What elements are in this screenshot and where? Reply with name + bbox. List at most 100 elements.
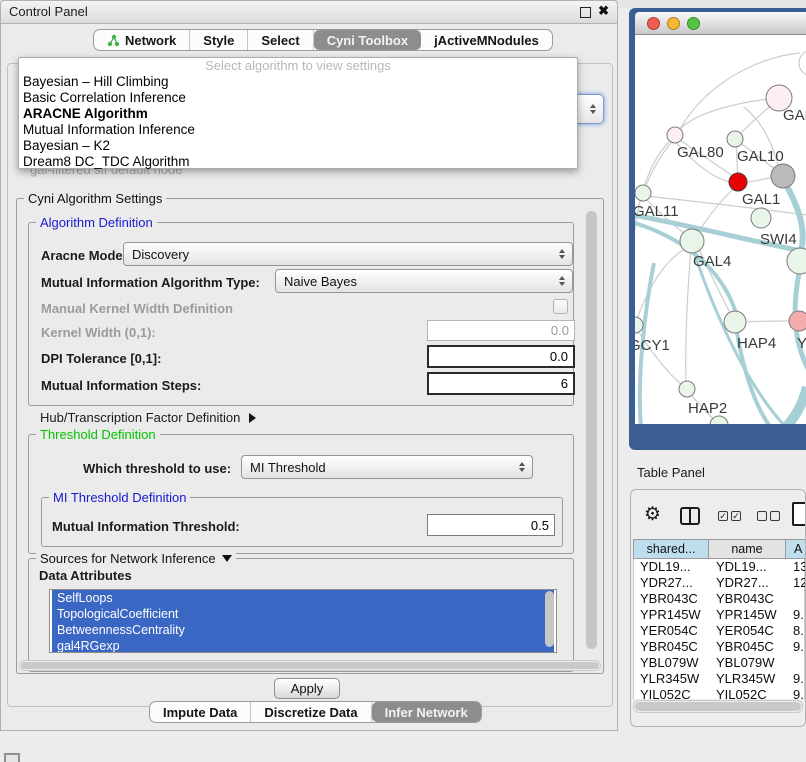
attribute-item-selfloops[interactable]: SelfLoops — [52, 590, 554, 606]
combo-arrows-icon — [519, 462, 525, 472]
algorithm-option-bayesian-k2[interactable]: Bayesian – K2 — [19, 138, 577, 154]
mi-steps-field[interactable]: 6 — [427, 372, 575, 395]
network-edge[interactable] — [679, 98, 779, 130]
network-node[interactable] — [771, 164, 795, 188]
table-cell: 9. — [787, 671, 805, 687]
network-node-gal10[interactable] — [727, 131, 743, 147]
network-node[interactable] — [799, 50, 806, 76]
tab-impute-data[interactable]: Impute Data — [150, 702, 251, 722]
table-row[interactable]: YLR345WYLR345W9. — [634, 671, 804, 687]
network-node-hap4[interactable] — [724, 311, 746, 333]
network-node-gal80[interactable] — [667, 127, 683, 143]
sources-title[interactable]: Sources for Network Inference — [36, 551, 236, 566]
checked-box-icon: ✓ — [731, 511, 741, 521]
network-node[interactable] — [787, 248, 806, 274]
network-window-titlebar[interactable] — [635, 12, 806, 35]
network-node-gal4[interactable] — [680, 229, 704, 253]
table-row[interactable]: YPR145WYPR145W9. — [634, 607, 804, 623]
algorithm-option-basic-correlation-inference[interactable]: Basic Correlation Inference — [19, 90, 577, 106]
close-icon[interactable]: ✖ — [598, 3, 609, 19]
table-cell: YDL19... — [710, 559, 787, 575]
column-header-name[interactable]: name — [709, 539, 786, 559]
column-header-a[interactable]: A — [786, 539, 805, 559]
traffic-light-minimize-icon[interactable] — [667, 17, 680, 30]
manual-kernel-width-checkbox[interactable] — [553, 299, 568, 314]
settings-vertical-scrollbar[interactable] — [586, 211, 597, 649]
attribute-item-topologicalcoefficient[interactable]: TopologicalCoefficient — [52, 606, 554, 622]
network-edge[interactable] — [743, 177, 774, 183]
tab-label: Cyni Toolbox — [327, 33, 408, 48]
mi-algorithm-type-label: Mutual Information Algorithm Type: — [41, 275, 260, 290]
gear-icon[interactable]: ⚙ — [644, 505, 661, 524]
table-header-row: shared...nameA — [633, 539, 805, 559]
network-node-swi4[interactable] — [751, 208, 771, 228]
network-edge[interactable] — [699, 187, 735, 231]
tab-discretize-data[interactable]: Discretize Data — [251, 702, 371, 722]
algorithm-option-aracne-algorithm[interactable]: ARACNE Algorithm — [19, 106, 577, 122]
table-horizontal-scrollbar[interactable] — [633, 700, 803, 713]
table-cell: YDR27... — [710, 575, 787, 591]
float-window-icon[interactable] — [580, 7, 591, 18]
deselect-all-icon[interactable] — [757, 511, 780, 521]
collapsed-arrow-icon — [249, 413, 256, 423]
network-node-gal11[interactable] — [635, 185, 651, 201]
data-attributes-list[interactable]: SelfLoopsTopologicalCoefficientBetweenne… — [49, 589, 557, 653]
network-node-hap2[interactable] — [679, 381, 695, 397]
tab-select[interactable]: Select — [248, 30, 313, 50]
traffic-light-close-icon[interactable] — [647, 17, 660, 30]
tab-style[interactable]: Style — [190, 30, 248, 50]
tab-infer-network[interactable]: Infer Network — [372, 702, 481, 722]
tab-network[interactable]: Network — [94, 30, 190, 50]
network-edge[interactable] — [686, 248, 691, 382]
algorithm-option-mutual-information-inference[interactable]: Mutual Information Inference — [19, 122, 577, 138]
sources-title-text: Sources for Network Inference — [40, 551, 216, 566]
aracne-mode-combo[interactable]: Discovery — [123, 242, 573, 266]
network-edge[interactable] — [744, 321, 791, 322]
kernel-width-field[interactable]: 0.0 — [427, 320, 575, 341]
select-all-icon[interactable]: ✓ ✓ — [718, 511, 741, 521]
document-icon[interactable] — [792, 502, 806, 526]
table-row[interactable]: YDL19...YDL19...13 — [634, 559, 804, 575]
attributes-list-scrollbar[interactable] — [545, 591, 554, 647]
network-canvas[interactable]: GALGAL80GAL10GAL1GAL11SWI4GAL4GCY1HAP4YH… — [635, 35, 806, 424]
mi-algorithm-type-combo[interactable]: Naive Bayes — [275, 269, 573, 293]
cyni-algorithm-settings-title: Cyni Algorithm Settings — [24, 191, 166, 206]
table-row[interactable]: YBR043CYBR043C — [634, 591, 804, 607]
settings-horizontal-scrollbar[interactable] — [19, 660, 601, 671]
kernel-width-label: Kernel Width (0,1): — [41, 325, 156, 340]
network-node-y[interactable] — [789, 311, 806, 331]
node-label-hap4: HAP4 — [737, 335, 776, 352]
attribute-item-gal4rgexp[interactable]: gal4RGexp — [52, 638, 554, 653]
table-cell: 8. — [787, 623, 805, 639]
network-edge[interactable] — [637, 250, 683, 319]
table-row[interactable]: YBR045CYBR045C9. — [634, 639, 804, 655]
data-attributes-label: Data Attributes — [39, 568, 132, 583]
which-threshold-combo[interactable]: MI Threshold — [241, 455, 533, 479]
table-row[interactable]: YIL052CYIL052C9. — [634, 687, 804, 699]
attribute-item-betweennesscentrality[interactable]: BetweennessCentrality — [52, 622, 554, 638]
table-cell: YER054C — [710, 623, 787, 639]
combo-arrows-icon — [559, 276, 565, 286]
tab-cyni-toolbox[interactable]: Cyni Toolbox — [314, 30, 421, 50]
table-cell: YBR043C — [710, 591, 787, 607]
control-panel-titlebar[interactable]: Control Panel ✖ — [1, 1, 617, 24]
node-table: shared...nameA YDL19...YDL19...13YDR27..… — [633, 539, 805, 699]
hub-definition-toggle[interactable]: Hub/Transcription Factor Definition — [40, 410, 256, 425]
dpi-tolerance-field[interactable]: 0.0 — [427, 345, 575, 368]
network-node[interactable] — [710, 416, 728, 424]
columns-icon[interactable] — [680, 507, 700, 525]
algorithm-option-bayesian-hill-climbing[interactable]: Bayesian – Hill Climbing — [19, 74, 577, 90]
mi-threshold-field[interactable]: 0.5 — [427, 514, 555, 536]
column-header-shared-[interactable]: shared... — [633, 539, 709, 559]
aracne-mode-value: Discovery — [132, 247, 189, 262]
network-node-gal1[interactable] — [729, 173, 747, 191]
algorithm-option-dream8-dc-tdc-algorithm[interactable]: Dream8 DC_TDC Algorithm — [19, 154, 577, 170]
table-row[interactable]: YBL079WYBL079W — [634, 655, 804, 671]
network-edge[interactable] — [645, 138, 675, 188]
tab-jactivemnodules[interactable]: jActiveMNodules — [421, 30, 552, 50]
minimized-window-icon[interactable] — [4, 753, 20, 762]
apply-button[interactable]: Apply — [274, 678, 340, 699]
traffic-light-zoom-icon[interactable] — [687, 17, 700, 30]
table-row[interactable]: YDR27...YDR27...12 — [634, 575, 804, 591]
table-row[interactable]: YER054CYER054C8. — [634, 623, 804, 639]
